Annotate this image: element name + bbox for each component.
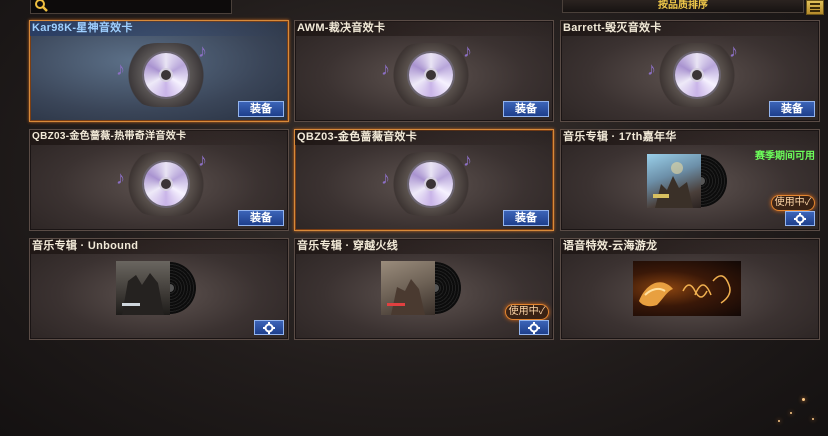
- voice-effect-art: [633, 261, 741, 316]
- cd-icon: [144, 53, 188, 97]
- card-awm[interactable]: AWM-裁决音效卡 ♪ ♪ 装备: [294, 20, 554, 122]
- music-note-icon: ♪: [647, 59, 656, 79]
- menu-icon[interactable]: [806, 0, 824, 15]
- sparkle-decoration: [790, 412, 792, 414]
- card-title: Barrett-毁灭音效卡: [561, 21, 819, 36]
- card-title: QBZ03-金色蔷薇音效卡: [295, 130, 553, 145]
- card-title: Kar98K-星神音效卡: [30, 21, 288, 36]
- sort-by-quality-button[interactable]: 按品质排序: [562, 0, 804, 13]
- sparkle-decoration: [812, 418, 814, 420]
- sparkle-decoration: [778, 420, 780, 422]
- music-note-icon: ♪: [463, 150, 472, 170]
- sound-card-art: ♪ ♪: [647, 39, 747, 111]
- music-note-icon: ♪: [381, 168, 390, 188]
- sound-card-art: ♪ ♪: [116, 39, 216, 111]
- equip-button[interactable]: 装备: [238, 101, 284, 117]
- card-title: 语音特效-云海游龙: [561, 239, 819, 254]
- equip-button[interactable]: 装备: [769, 101, 815, 117]
- music-note-icon: ♪: [116, 168, 125, 188]
- gear-icon: [263, 322, 275, 334]
- settings-button[interactable]: [785, 211, 815, 226]
- gear-icon: [528, 322, 540, 334]
- music-note-icon: ♪: [381, 59, 390, 79]
- in-use-badge: 使用中✓: [505, 304, 549, 320]
- music-note-icon: ♪: [198, 150, 207, 170]
- card-title: 音乐专辑 · Unbound: [30, 239, 288, 254]
- equip-button[interactable]: 装备: [503, 101, 549, 117]
- cd-icon: [409, 162, 453, 206]
- in-use-badge: 使用中✓: [771, 195, 815, 211]
- card-album-17th[interactable]: 音乐专辑 · 17th嘉年华 赛季期间可用 使用中✓: [560, 129, 820, 231]
- music-note-icon: ♪: [198, 41, 207, 61]
- music-note-icon: ♪: [463, 41, 472, 61]
- music-note-icon: ♪: [729, 41, 738, 61]
- card-voice-dragon[interactable]: 语音特效-云海游龙: [560, 238, 820, 340]
- album-art: [647, 154, 727, 208]
- equip-button[interactable]: 装备: [238, 210, 284, 226]
- card-kar98k[interactable]: Kar98K-星神音效卡 ♪ ♪ 装备: [29, 20, 289, 122]
- card-title: AWM-裁决音效卡: [295, 21, 553, 36]
- sound-card-art: ♪ ♪: [381, 148, 481, 220]
- music-note-icon: ♪: [116, 59, 125, 79]
- settings-button[interactable]: [519, 320, 549, 335]
- card-album-unbound[interactable]: 音乐专辑 · Unbound: [29, 238, 289, 340]
- cd-icon: [144, 162, 188, 206]
- sparkle-decoration: [802, 398, 805, 401]
- album-art: [381, 261, 461, 315]
- cd-icon: [675, 53, 719, 97]
- card-qbz03-tropical[interactable]: QBZ03-金色蔷薇-热带奇洋音效卡 ♪ ♪ 装备: [29, 129, 289, 231]
- search-field[interactable]: [30, 0, 232, 14]
- cd-icon: [409, 53, 453, 97]
- settings-button[interactable]: [254, 320, 284, 335]
- card-album-crossfire[interactable]: 音乐专辑 · 穿越火线 使用中✓: [294, 238, 554, 340]
- sound-card-art: ♪ ♪: [381, 39, 481, 111]
- sound-card-art: ♪ ♪: [116, 148, 216, 220]
- card-barrett[interactable]: Barrett-毁灭音效卡 ♪ ♪ 装备: [560, 20, 820, 122]
- card-title: QBZ03-金色蔷薇-热带奇洋音效卡: [30, 130, 288, 145]
- search-icon[interactable]: [34, 0, 50, 12]
- gear-icon: [794, 213, 806, 225]
- album-art: [116, 261, 196, 315]
- season-notice: 赛季期间可用: [755, 151, 815, 162]
- card-qbz03-rose[interactable]: QBZ03-金色蔷薇音效卡 ♪ ♪ 装备: [294, 129, 554, 231]
- card-title: 音乐专辑 · 17th嘉年华: [561, 130, 819, 145]
- card-title: 音乐专辑 · 穿越火线: [295, 239, 553, 254]
- equip-button[interactable]: 装备: [503, 210, 549, 226]
